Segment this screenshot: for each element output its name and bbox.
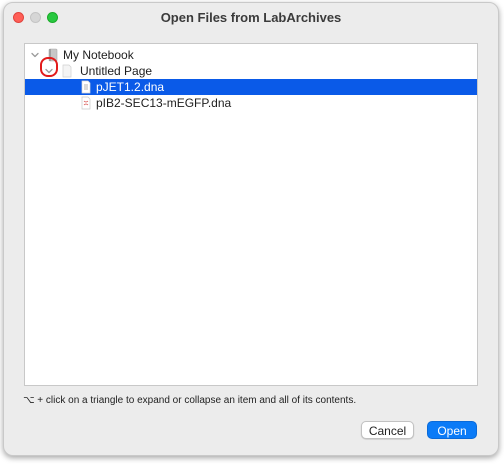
file-tree[interactable]: My Notebook Untitled Page pJET1.2.dna pI… [24,43,478,386]
page-icon [62,64,72,78]
chevron-down-icon[interactable] [29,49,41,61]
tree-item-label: pIB2-SEC13-mEGFP.dna [96,96,232,110]
tree-item-my-notebook[interactable]: My Notebook [25,47,477,63]
annotation-highlight-ring [40,57,58,77]
tree-item-label: My Notebook [63,48,134,62]
dna-file-icon [81,80,91,94]
open-files-dialog: Open Files from LabArchives My Notebook … [3,2,499,456]
dna-file-icon [81,96,91,110]
tree-item-label: pJET1.2.dna [96,80,165,94]
open-button[interactable]: Open [427,421,477,439]
title-bar: Open Files from LabArchives [4,3,498,31]
tree-item-untitled-page[interactable]: Untitled Page [25,63,477,79]
tree-item-label: Untitled Page [80,64,153,78]
tree-item-pib2-file[interactable]: pIB2-SEC13-mEGFP.dna [25,95,477,111]
expand-collapse-hint: ⌥ + click on a triangle to expand or col… [23,395,357,406]
window-title: Open Files from LabArchives [160,10,342,25]
tree-item-pjet-file[interactable]: pJET1.2.dna [25,79,477,95]
cancel-button[interactable]: Cancel [361,421,414,439]
